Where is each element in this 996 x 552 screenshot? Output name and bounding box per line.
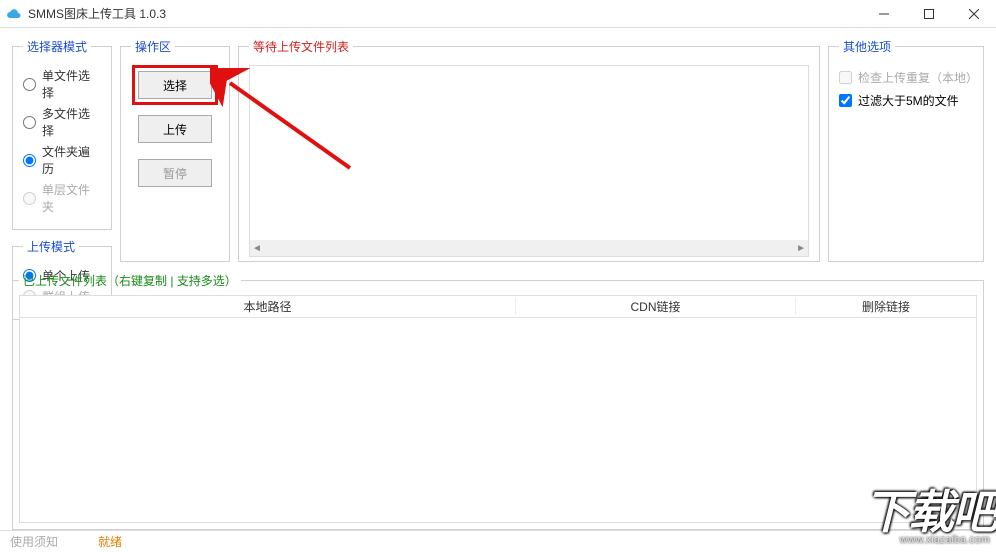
pending-legend: 等待上传文件列表 <box>249 38 353 55</box>
selector-mode-legend: 选择器模式 <box>23 38 91 55</box>
pending-group: 等待上传文件列表 ◄ ► <box>238 38 820 262</box>
titlebar: SMMS图床上传工具 1.0.3 <box>0 0 996 28</box>
uploaded-table-header: 本地路径 CDN链接 删除链接 <box>20 296 976 318</box>
cloud-icon <box>6 6 22 22</box>
upload-button[interactable]: 上传 <box>138 115 212 143</box>
filter-5m-option[interactable]: 过滤大于5M的文件 <box>839 92 973 109</box>
radio-folder-recursive[interactable]: 文件夹遍历 <box>23 143 101 177</box>
pending-list[interactable]: ◄ ► <box>249 65 809 257</box>
uploaded-table[interactable]: 本地路径 CDN链接 删除链接 <box>19 295 977 523</box>
col-local-path[interactable]: 本地路径 <box>20 298 516 315</box>
horizontal-scrollbar[interactable]: ◄ ► <box>250 240 808 256</box>
ops-group: 操作区 选择 上传 暂停 <box>120 38 230 262</box>
ops-legend: 操作区 <box>131 38 175 55</box>
maximize-button[interactable] <box>906 0 951 28</box>
radio-multi-file[interactable]: 多文件选择 <box>23 105 101 139</box>
scroll-right-icon[interactable]: ► <box>796 243 806 254</box>
upload-mode-legend: 上传模式 <box>23 238 79 255</box>
uploaded-legend: 已上传文件列表（右键复制 | 支持多选） <box>19 272 241 289</box>
radio-folder-flat: 单层文件夹 <box>23 181 101 215</box>
selector-mode-group: 选择器模式 单文件选择 多文件选择 文件夹遍历 单层文件夹 <box>12 38 112 230</box>
window-title: SMMS图床上传工具 1.0.3 <box>28 5 861 22</box>
close-button[interactable] <box>951 0 996 28</box>
radio-single-file[interactable]: 单文件选择 <box>23 67 101 101</box>
status-hint[interactable]: 使用须知 <box>10 533 58 550</box>
col-cdn-link[interactable]: CDN链接 <box>516 298 796 315</box>
options-legend: 其他选项 <box>839 38 895 55</box>
select-button[interactable]: 选择 <box>138 71 212 99</box>
minimize-button[interactable] <box>861 0 906 28</box>
scroll-left-icon[interactable]: ◄ <box>252 243 262 254</box>
statusbar: 使用须知 就绪 <box>0 530 996 552</box>
uploaded-group: 已上传文件列表（右键复制 | 支持多选） 本地路径 CDN链接 删除链接 <box>12 272 984 530</box>
status-text: 就绪 <box>98 533 122 550</box>
col-delete-link[interactable]: 删除链接 <box>796 298 976 315</box>
check-dup-option: 检查上传重复（本地） <box>839 69 973 86</box>
pause-button: 暂停 <box>138 159 212 187</box>
options-group: 其他选项 检查上传重复（本地） 过滤大于5M的文件 <box>828 38 984 262</box>
